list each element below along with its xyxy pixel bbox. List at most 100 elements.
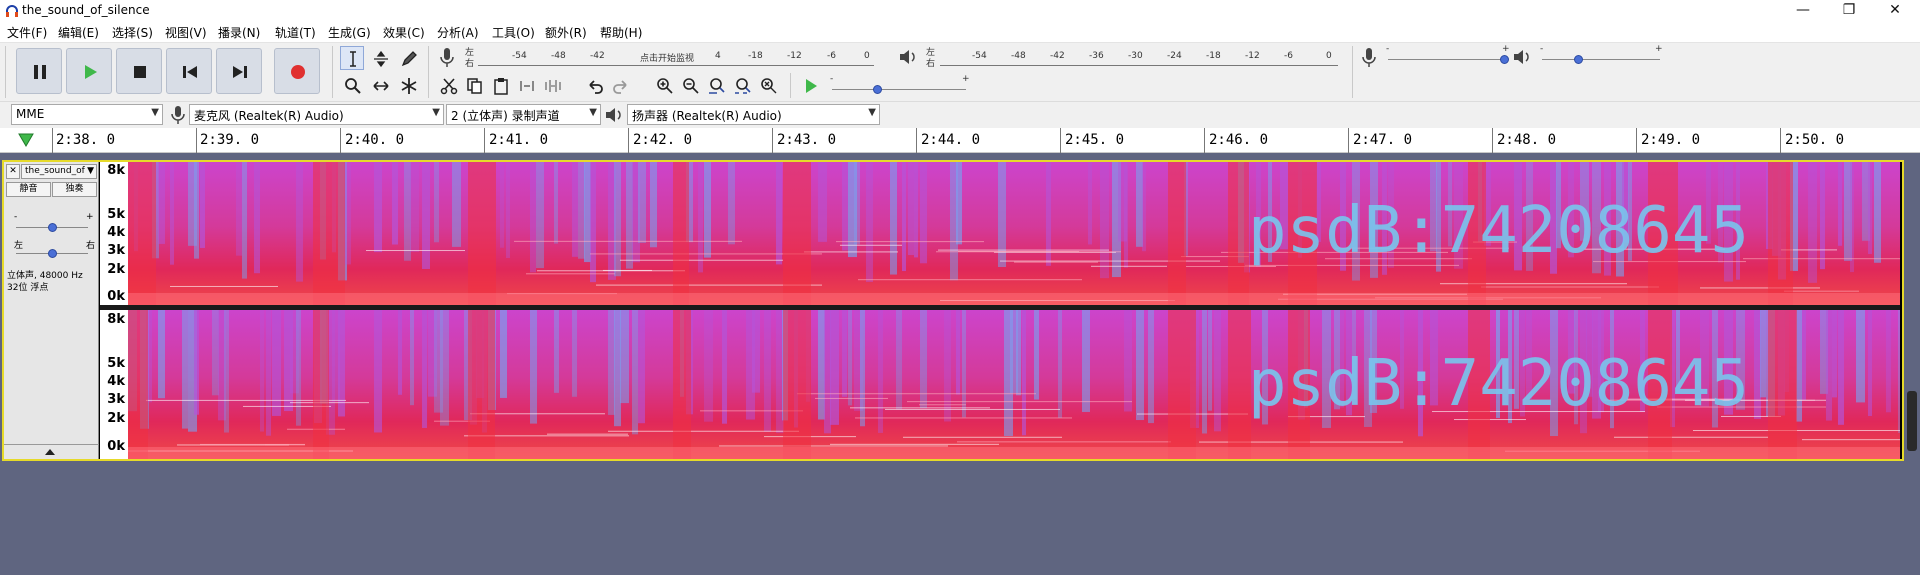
fit-project-button[interactable] bbox=[730, 73, 754, 97]
collapse-up-icon bbox=[45, 449, 55, 455]
track-pan-knob[interactable] bbox=[48, 249, 57, 258]
redo-button[interactable] bbox=[608, 73, 632, 97]
spectrogram-band bbox=[212, 310, 219, 396]
zoom-toggle-button[interactable] bbox=[756, 73, 780, 97]
track-name: the_sound_of bbox=[25, 166, 85, 176]
menu-transport[interactable]: 播录(N) bbox=[218, 24, 260, 41]
cut-button[interactable] bbox=[436, 73, 460, 97]
play-head-triangle-icon[interactable] bbox=[18, 133, 34, 147]
spectrogram-band bbox=[1826, 310, 1832, 421]
menu-view[interactable]: 视图(V) bbox=[165, 24, 207, 41]
play-button[interactable] bbox=[66, 48, 112, 94]
selection-tool-button[interactable] bbox=[340, 46, 364, 70]
stop-button[interactable] bbox=[116, 48, 162, 94]
frequency-scale-right-channel[interactable]: 8k 5k 4k 3k 2k 0k bbox=[100, 310, 128, 459]
close-button[interactable]: ✕ bbox=[1872, 0, 1918, 22]
menu-effect[interactable]: 效果(C) bbox=[383, 24, 425, 41]
i-beam-icon bbox=[350, 51, 356, 67]
toolbar-grip[interactable] bbox=[428, 73, 434, 98]
output-volume-slider[interactable] bbox=[1542, 59, 1660, 60]
zoom-tool-button[interactable] bbox=[340, 73, 364, 97]
maximize-button[interactable]: ❐ bbox=[1826, 0, 1872, 22]
fit-selection-button[interactable] bbox=[704, 73, 728, 97]
microphone-icon[interactable] bbox=[438, 47, 456, 69]
toolbar-grip[interactable] bbox=[5, 46, 11, 98]
play-speed-slider[interactable] bbox=[832, 89, 966, 90]
copy-button[interactable] bbox=[462, 73, 486, 97]
output-volume-knob[interactable] bbox=[1574, 55, 1583, 64]
spectrogram-band bbox=[776, 162, 782, 265]
menu-file[interactable]: 文件(F) bbox=[7, 24, 47, 41]
undo-button[interactable] bbox=[582, 73, 606, 97]
play-meter-bar[interactable] bbox=[940, 65, 1338, 66]
multi-tool-button[interactable] bbox=[396, 73, 420, 97]
close-track-button[interactable]: ✕ bbox=[6, 164, 20, 179]
spectrogram-onset bbox=[783, 162, 811, 305]
skip-end-button[interactable] bbox=[216, 48, 262, 94]
track-control-panel[interactable]: ✕ the_sound_of ▼ 静音 独奏 - + 左 右 立体声, 48000… bbox=[4, 162, 99, 459]
record-meter-monitor-hint[interactable]: 点击开始监视 bbox=[640, 51, 694, 64]
play-speed-knob[interactable] bbox=[873, 85, 882, 94]
vertical-scrollbar[interactable] bbox=[1904, 273, 1920, 575]
record-button[interactable] bbox=[274, 48, 320, 94]
menu-select[interactable]: 选择(S) bbox=[112, 24, 153, 41]
audio-host-select[interactable]: MME ▼ bbox=[11, 104, 163, 125]
track-name-menu[interactable]: the_sound_of ▼ bbox=[21, 164, 97, 179]
ruler-label: 2:47. 0 bbox=[1353, 132, 1413, 148]
trim-button[interactable] bbox=[514, 73, 538, 97]
toolbar-grip[interactable] bbox=[1352, 46, 1358, 98]
input-volume-knob[interactable] bbox=[1500, 55, 1509, 64]
ruler-label: 2:49. 0 bbox=[1641, 132, 1701, 148]
spectrogram-band bbox=[194, 310, 199, 415]
track-gain-knob[interactable] bbox=[48, 223, 57, 232]
freq-label: 3k bbox=[107, 243, 125, 258]
envelope-tool-button[interactable] bbox=[368, 46, 392, 70]
input-device-icon bbox=[171, 106, 185, 124]
toolbar-grip[interactable] bbox=[332, 46, 338, 98]
paste-button[interactable] bbox=[488, 73, 512, 97]
spectrogram-band bbox=[572, 310, 577, 397]
collapse-track-button[interactable] bbox=[4, 444, 99, 459]
spectrogram-harmonic bbox=[804, 251, 898, 253]
record-meter-tick: -48 bbox=[551, 51, 566, 61]
zoom-in-button[interactable] bbox=[652, 73, 676, 97]
zoom-toggle-icon bbox=[761, 78, 777, 94]
ruler-label: 2:41. 0 bbox=[489, 132, 549, 148]
menu-tracks[interactable]: 轨道(T) bbox=[275, 24, 316, 41]
spectrogram-harmonic bbox=[885, 408, 1060, 410]
spectrogram-right-channel[interactable]: psdB:74208645 bbox=[128, 310, 1900, 459]
minimize-button[interactable]: — bbox=[1780, 0, 1826, 22]
time-shift-tool-button[interactable] bbox=[368, 73, 392, 97]
channels-select[interactable]: 2 (立体声) 录制声道 ▼ bbox=[446, 104, 601, 125]
menu-edit[interactable]: 编辑(E) bbox=[58, 24, 99, 41]
skip-start-button[interactable] bbox=[166, 48, 212, 94]
silence-button[interactable] bbox=[540, 73, 564, 97]
input-device-select[interactable]: 麦克风 (Realtek(R) Audio) ▼ bbox=[189, 104, 444, 125]
spectrogram-band bbox=[698, 162, 703, 273]
spectrogram-harmonic bbox=[719, 445, 948, 447]
input-device-value: 麦克风 (Realtek(R) Audio) bbox=[194, 109, 344, 123]
pause-button[interactable] bbox=[16, 48, 62, 94]
menu-help[interactable]: 帮助(H) bbox=[600, 24, 642, 41]
menu-analyze[interactable]: 分析(A) bbox=[437, 24, 479, 41]
spectrogram-left-channel[interactable]: psdB:74208645 bbox=[128, 162, 1900, 305]
timeline-ruler[interactable]: 2:38. 0 2:39. 0 2:40. 0 2:41. 0 2:42. 0 … bbox=[0, 128, 1920, 153]
solo-button[interactable]: 独奏 bbox=[52, 182, 97, 197]
spectrogram-harmonic bbox=[1784, 290, 1859, 292]
record-meter-bar[interactable] bbox=[478, 65, 874, 66]
zoom-out-button[interactable] bbox=[678, 73, 702, 97]
menu-generate[interactable]: 生成(G) bbox=[328, 24, 371, 41]
scrollbar-thumb[interactable] bbox=[1907, 391, 1917, 451]
menu-extra[interactable]: 额外(R) bbox=[545, 24, 587, 41]
output-device-select[interactable]: 扬声器 (Realtek(R) Audio) ▼ bbox=[627, 104, 880, 125]
draw-tool-button[interactable] bbox=[396, 46, 420, 70]
menu-tools[interactable]: 工具(O) bbox=[492, 24, 535, 41]
play-at-speed-button[interactable] bbox=[798, 73, 822, 97]
frequency-scale-left-channel[interactable]: 8k 5k 4k 3k 2k 0k bbox=[100, 162, 128, 305]
toolbar-grip[interactable] bbox=[790, 73, 796, 98]
spectrogram-band bbox=[296, 162, 303, 282]
track-area[interactable]: ✕ the_sound_of ▼ 静音 独奏 - + 左 右 立体声, 48000… bbox=[0, 153, 1920, 575]
mute-button[interactable]: 静音 bbox=[6, 182, 51, 197]
speaker-icon[interactable] bbox=[898, 48, 918, 66]
input-volume-slider[interactable] bbox=[1388, 59, 1506, 60]
